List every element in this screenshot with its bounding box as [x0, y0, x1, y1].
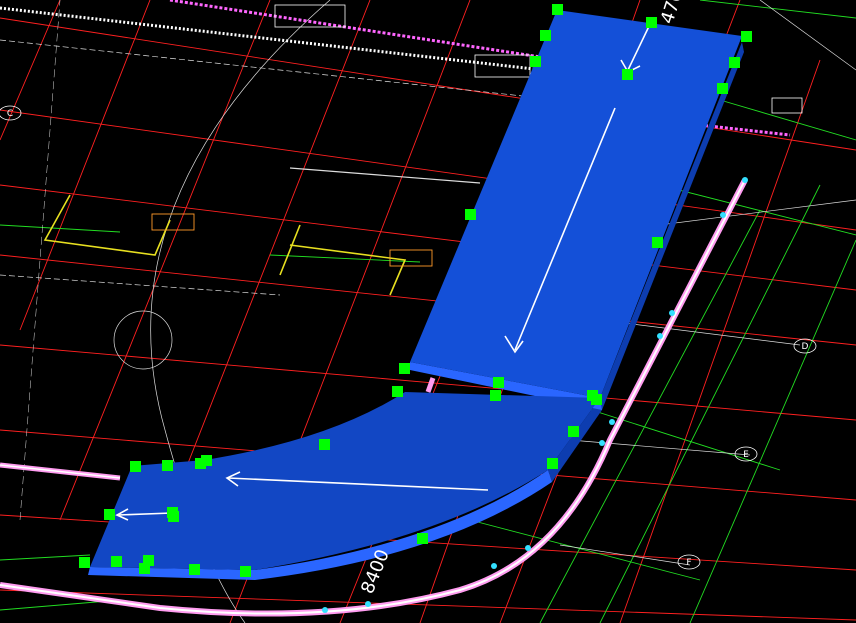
svg-text:E: E — [743, 450, 749, 460]
grip — [417, 533, 428, 544]
grip — [622, 69, 633, 80]
grip — [552, 4, 563, 15]
grip — [547, 458, 558, 469]
svg-text:F: F — [686, 558, 691, 568]
cad-viewport[interactable]: C D E F 4700 8400 — [0, 0, 856, 623]
dimension-top: 4700 — [657, 0, 691, 27]
grip — [189, 564, 200, 575]
grip — [399, 363, 410, 374]
grip — [591, 394, 602, 405]
grip — [168, 511, 179, 522]
grip — [111, 556, 122, 567]
svg-text:C: C — [7, 109, 13, 119]
orange-boxes — [151, 213, 433, 267]
svg-text:D: D — [802, 342, 809, 352]
grip — [729, 57, 740, 68]
cad-drawing-canvas[interactable]: C D E F 4700 8400 — [0, 0, 856, 623]
yellow-details — [43, 194, 407, 296]
grip — [493, 377, 504, 388]
grip — [540, 30, 551, 41]
grip — [240, 566, 251, 577]
grip — [392, 386, 403, 397]
grip — [717, 83, 728, 94]
axis-tag-d: D — [793, 338, 817, 354]
grip — [490, 390, 501, 401]
axis-tag-f: F — [677, 554, 701, 570]
axis-tag-c: C — [0, 105, 22, 121]
grip — [201, 455, 212, 466]
grip — [139, 563, 150, 574]
grip — [741, 31, 752, 42]
grip — [568, 426, 579, 437]
blue-ramp-slab[interactable] — [88, 10, 744, 580]
grip — [530, 56, 541, 67]
grip — [646, 17, 657, 28]
grip — [465, 209, 476, 220]
grip — [79, 557, 90, 568]
grip — [652, 237, 663, 248]
grip — [319, 439, 330, 450]
grip — [130, 461, 141, 472]
grip — [104, 509, 115, 520]
grip — [162, 460, 173, 471]
